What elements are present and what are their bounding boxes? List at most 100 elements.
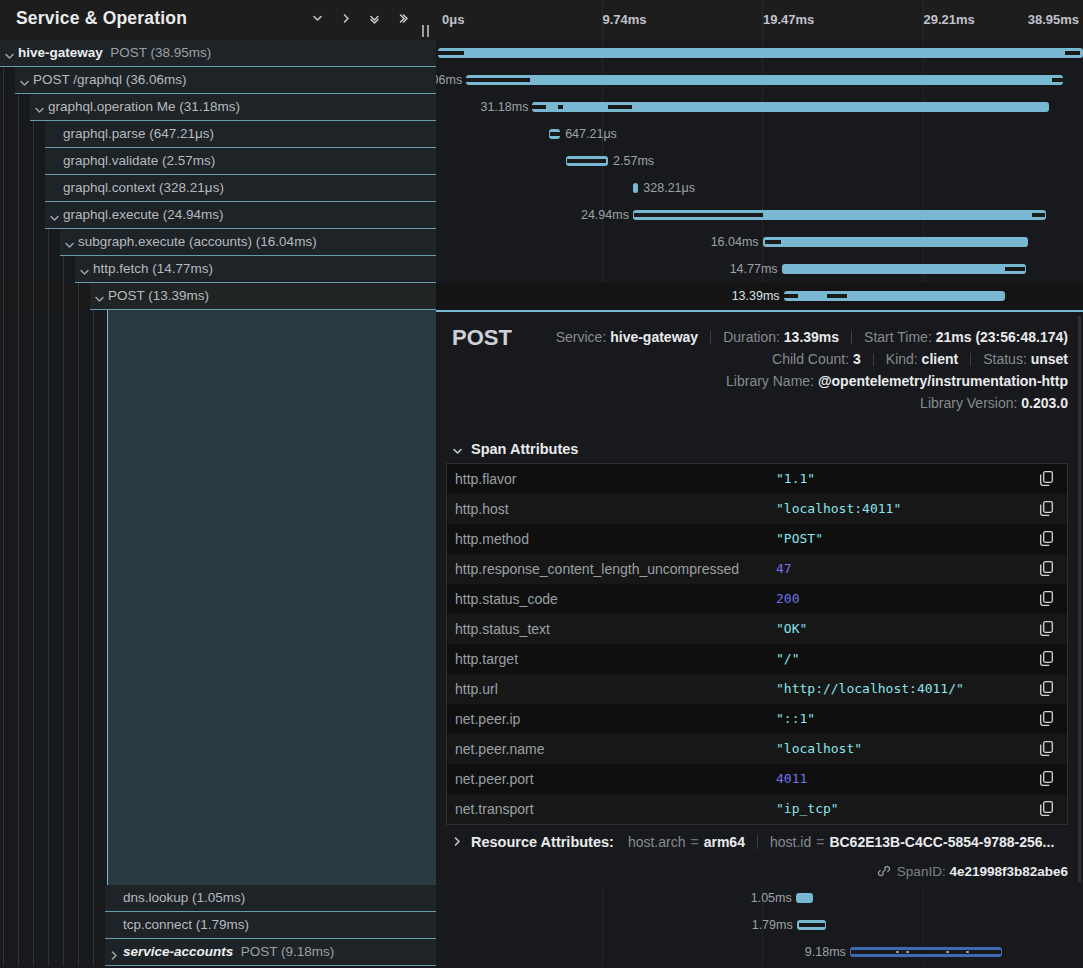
tree-chevron-right-icon[interactable] — [109, 947, 120, 958]
copy-icon[interactable] — [1040, 681, 1053, 696]
span-row-label[interactable]: graphql.context (328.21μs) — [0, 175, 436, 202]
span-bar[interactable] — [797, 920, 827, 930]
span-row-timeline[interactable]: 24.94ms — [436, 202, 1083, 229]
span-row-label[interactable]: POST (13.39ms) — [0, 283, 436, 310]
attribute-row[interactable]: http.method"POST" — [447, 524, 1067, 554]
span-bar[interactable] — [633, 183, 638, 193]
span-bar[interactable] — [438, 48, 1083, 58]
attribute-row[interactable]: net.transport"ip_tcp" — [447, 794, 1067, 824]
span-row-content[interactable]: POST (13.39ms) — [90, 283, 436, 310]
tree-chevron-down-icon[interactable] — [19, 75, 30, 86]
span-row-label[interactable]: graphql.validate (2.57ms) — [0, 148, 436, 175]
span-bar[interactable] — [850, 947, 1002, 957]
span-row-timeline[interactable]: 328.21μs — [436, 175, 1083, 202]
span-row-label[interactable]: POST /graphql (36.06ms) — [0, 67, 436, 94]
span-row-content[interactable]: POST /graphql (36.06ms) — [15, 67, 436, 94]
attribute-row[interactable]: http.response_content_length_uncompresse… — [447, 554, 1067, 584]
ruler-tick-label: 9.74ms — [603, 12, 647, 27]
attribute-value: 47 — [776, 561, 792, 576]
tree-chevron-down-icon[interactable] — [4, 48, 15, 59]
attribute-row[interactable]: http.url"http://localhost:4011/" — [447, 674, 1067, 704]
attribute-row[interactable]: http.target"/" — [447, 644, 1067, 674]
copy-icon[interactable] — [1040, 561, 1053, 576]
span-row-timeline[interactable]: 2.57ms — [436, 148, 1083, 175]
span-row-content[interactable]: http.fetch (14.77ms) — [75, 256, 436, 283]
copy-icon[interactable] — [1040, 501, 1053, 516]
span-row-content[interactable]: dns.lookup (1.05ms) — [105, 885, 436, 912]
span-bar[interactable] — [466, 75, 1063, 85]
tree-chevron-down-icon[interactable] — [64, 237, 75, 248]
span-bar[interactable] — [782, 264, 1027, 274]
attribute-row[interactable]: http.status_text"OK" — [447, 614, 1067, 644]
span-row-label[interactable]: tcp.connect (1.79ms) — [0, 912, 436, 939]
indent-guide — [3, 310, 4, 885]
span-row-content[interactable]: graphql.operation Me (31.18ms) — [30, 94, 436, 121]
detail-scrollbar[interactable] — [1078, 316, 1081, 882]
span-row-label[interactable]: http.fetch (14.77ms) — [0, 256, 436, 283]
span-bar[interactable] — [532, 102, 1048, 112]
span-row-label[interactable]: dns.lookup (1.05ms) — [0, 885, 436, 912]
span-row-timeline[interactable]: 9.18ms — [436, 939, 1083, 966]
double-chevron-down-icon[interactable] — [369, 13, 383, 27]
attribute-row[interactable]: http.status_code200 — [447, 584, 1067, 614]
span-bar[interactable] — [566, 156, 609, 166]
copy-icon[interactable] — [1040, 801, 1053, 816]
span-row-timeline[interactable]: 36.06ms — [436, 67, 1083, 94]
attribute-row[interactable]: http.flavor"1.1" — [447, 464, 1067, 494]
span-row-timeline[interactable]: 1.05ms — [436, 885, 1083, 912]
span-row-content[interactable]: subgraph.execute (accounts) (16.04ms) — [60, 229, 436, 256]
span-bar[interactable] — [763, 237, 1029, 247]
panel-resize-handle[interactable] — [422, 25, 429, 37]
copy-icon[interactable] — [1040, 531, 1053, 546]
span-row-timeline[interactable]: 13.39ms — [436, 283, 1083, 310]
span-row-content[interactable]: hive-gateway POST (38.95ms) — [0, 40, 436, 67]
double-chevron-right-icon[interactable] — [397, 13, 411, 27]
chevron-down-icon[interactable] — [312, 13, 326, 27]
span-row-timeline[interactable]: 647.21μs — [436, 121, 1083, 148]
span-row-label[interactable]: service-accounts POST (9.18ms) — [0, 939, 436, 966]
attribute-row[interactable]: net.peer.port4011 — [447, 764, 1067, 794]
span-bar[interactable] — [549, 129, 560, 139]
tree-chevron-down-icon[interactable] — [94, 291, 105, 302]
copy-icon[interactable] — [1040, 591, 1053, 606]
span-row-content[interactable]: graphql.validate (2.57ms) — [45, 148, 436, 175]
span-row-content[interactable]: graphql.parse (647.21μs) — [45, 121, 436, 148]
span-id-label: SpanID: — [897, 864, 946, 879]
copy-icon[interactable] — [1040, 621, 1053, 636]
span-row-content[interactable]: tcp.connect (1.79ms) — [105, 912, 436, 939]
span-row-timeline[interactable]: 16.04ms — [436, 229, 1083, 256]
span-row-content[interactable]: graphql.execute (24.94ms) — [45, 202, 436, 229]
attribute-value: "localhost:4011" — [776, 501, 901, 516]
attribute-row[interactable]: http.host"localhost:4011" — [447, 494, 1067, 524]
span-row-timeline[interactable] — [436, 40, 1083, 67]
span-row-timeline[interactable]: 14.77ms — [436, 256, 1083, 283]
span-row-label[interactable]: graphql.parse (647.21μs) — [0, 121, 436, 148]
chevron-right-icon[interactable] — [341, 13, 355, 27]
copy-icon[interactable] — [1040, 711, 1053, 726]
resource-attributes-row[interactable]: Resource Attributes:host.arch=arm64host.… — [452, 834, 1054, 856]
copy-icon[interactable] — [1040, 771, 1053, 786]
copy-icon[interactable] — [1040, 471, 1053, 486]
span-bar[interactable] — [633, 210, 1046, 220]
span-bar[interactable] — [784, 291, 1006, 301]
span-row-content[interactable]: graphql.context (328.21μs) — [45, 175, 436, 202]
attribute-row[interactable]: net.peer.name"localhost" — [447, 734, 1067, 764]
span-bar[interactable] — [796, 893, 813, 903]
link-icon[interactable] — [877, 864, 891, 878]
span-row-timeline[interactable]: 1.79ms — [436, 912, 1083, 939]
span-row-label[interactable]: graphql.execute (24.94ms) — [0, 202, 436, 229]
copy-icon[interactable] — [1040, 651, 1053, 666]
span-row-content[interactable]: service-accounts POST (9.18ms) — [105, 939, 436, 966]
attribute-row[interactable]: net.peer.ip"::1" — [447, 704, 1067, 734]
span-row-timeline[interactable]: 31.18ms — [436, 94, 1083, 121]
attribute-key: http.response_content_length_uncompresse… — [455, 561, 739, 577]
span-row-label[interactable]: hive-gateway POST (38.95ms) — [0, 40, 436, 67]
tree-chevron-down-icon[interactable] — [34, 102, 45, 113]
span-row-label[interactable]: graphql.operation Me (31.18ms) — [0, 94, 436, 121]
tree-chevron-down-icon[interactable] — [79, 264, 90, 275]
copy-icon[interactable] — [1040, 741, 1053, 756]
span-name: service-accounts POST (9.18ms) — [123, 944, 334, 959]
span-row-label[interactable]: subgraph.execute (accounts) (16.04ms) — [0, 229, 436, 256]
span-name: dns.lookup (1.05ms) — [123, 890, 245, 905]
tree-chevron-down-icon[interactable] — [49, 210, 60, 221]
